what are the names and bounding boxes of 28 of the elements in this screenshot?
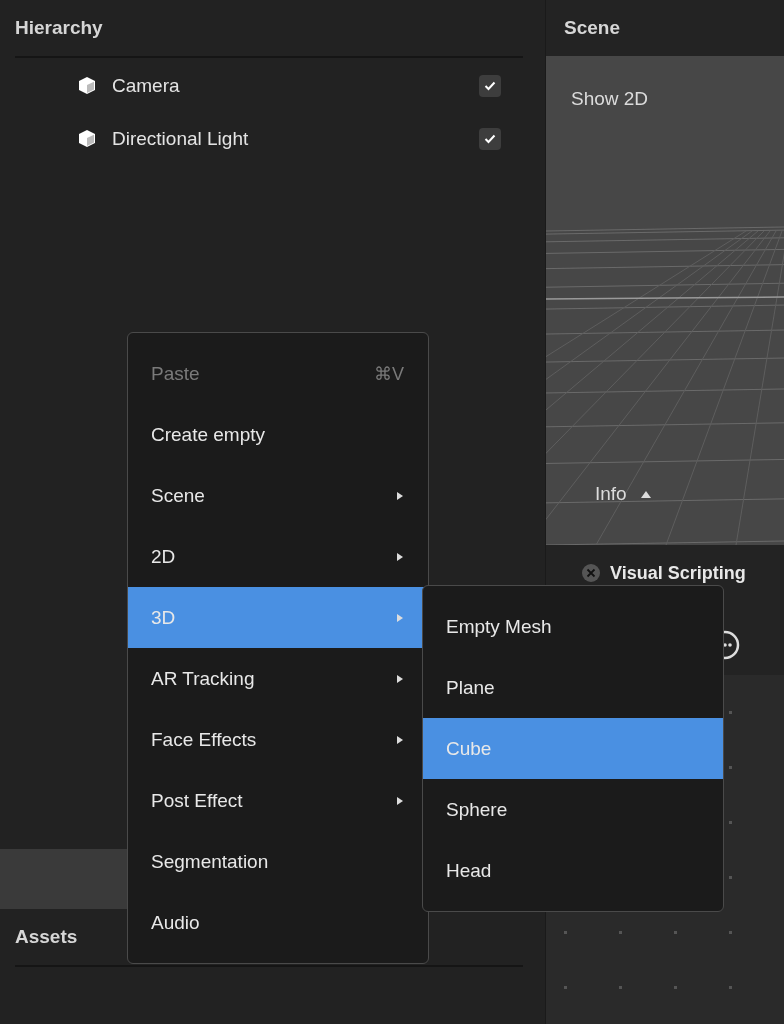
hierarchy-item[interactable]: Camera <box>112 74 463 97</box>
panel-title: Hierarchy <box>15 17 103 39</box>
menu-item[interactable]: 2D <box>128 526 428 587</box>
cube-icon <box>78 129 96 148</box>
menu-item[interactable]: Create empty <box>128 404 428 465</box>
caret-icon <box>396 490 404 501</box>
hierarchy-item[interactable]: Directional Light <box>112 127 463 150</box>
info-label[interactable]: Info <box>595 483 627 505</box>
caret-icon <box>396 551 404 562</box>
triangle-up-icon <box>640 490 651 498</box>
panel-title: Assets <box>15 926 78 948</box>
check-icon <box>484 133 496 144</box>
menu-item[interactable]: Plane <box>423 657 723 718</box>
panel-title: Visual Scripting <box>610 562 746 584</box>
caret-icon <box>396 795 404 806</box>
close-icon[interactable] <box>582 564 600 582</box>
visibility-checkbox[interactable] <box>479 127 501 150</box>
caret-icon <box>396 612 404 623</box>
caret-icon <box>396 734 404 745</box>
shortcut-label: ⌘V <box>374 362 404 385</box>
visibility-checkbox[interactable] <box>479 74 501 97</box>
check-icon <box>484 80 496 91</box>
menu-item[interactable]: Sphere <box>423 779 723 840</box>
panel-title: Scene <box>564 17 620 39</box>
menu-item[interactable]: Scene <box>128 465 428 526</box>
caret-icon <box>396 673 404 684</box>
cube-icon <box>78 76 96 95</box>
show-2d-toggle[interactable]: Show 2D <box>571 88 759 110</box>
